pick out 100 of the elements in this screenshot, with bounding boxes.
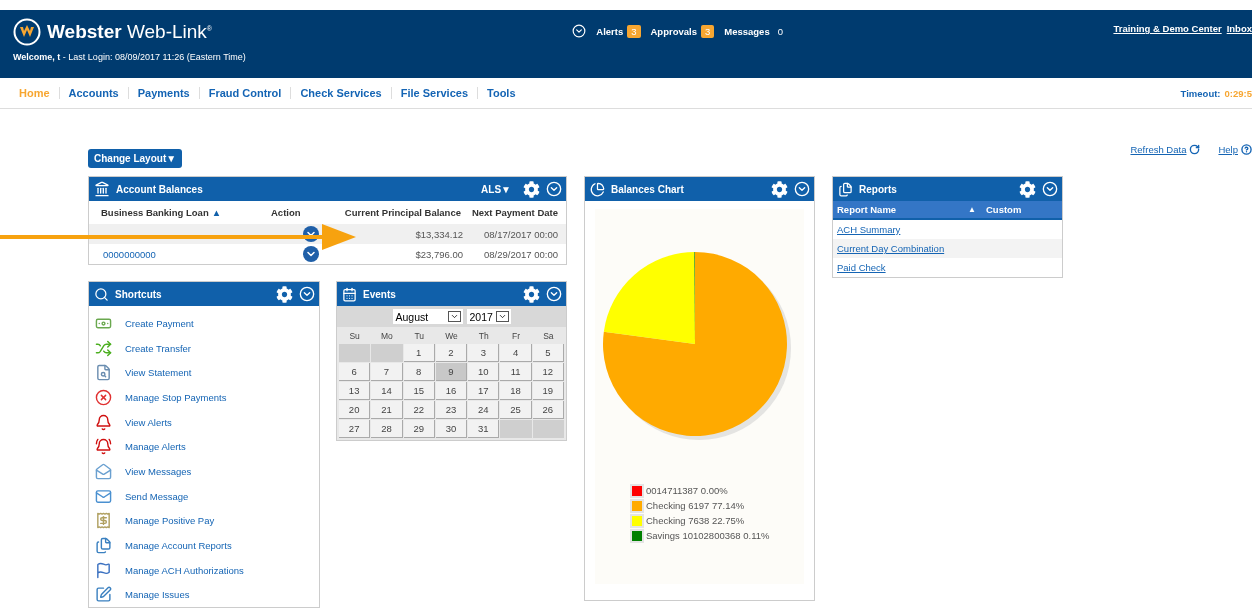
calendar-day[interactable]: 26 — [532, 401, 564, 419]
shortcut-link[interactable]: Manage Positive Pay — [125, 515, 215, 527]
shortcut-link[interactable]: Create Payment — [125, 317, 194, 329]
calendar-day[interactable]: 21 — [371, 401, 403, 419]
calendar-day[interactable]: 9 — [435, 363, 468, 381]
notice-label[interactable]: Alerts — [596, 25, 624, 37]
document-search-icon — [95, 364, 112, 382]
calendar-day[interactable]: 28 — [371, 420, 403, 438]
calendar-day[interactable]: 1 — [403, 344, 435, 362]
header-link[interactable]: Training & Demo Center — [1113, 23, 1222, 78]
year-select[interactable]: 2017 — [466, 309, 511, 324]
column-header: Next Payment Date — [470, 207, 558, 218]
nav-tab[interactable]: Fraud Control — [198, 87, 291, 99]
calendar-day[interactable]: 5 — [532, 344, 564, 362]
shortcut-link[interactable]: Manage Issues — [125, 589, 190, 601]
timeout-value: 0:29:5 — [1224, 87, 1252, 99]
shortcut-link[interactable]: Manage Alerts — [125, 441, 186, 453]
logo-icon — [13, 18, 41, 46]
help-icon — [1241, 143, 1252, 155]
calendar-day[interactable]: 6 — [339, 363, 371, 381]
shortcut-link[interactable]: Manage ACH Authorizations — [125, 564, 244, 576]
settings-icon[interactable] — [771, 180, 788, 198]
header-link[interactable]: Inbox — [1226, 23, 1252, 78]
collapse-icon[interactable] — [1042, 181, 1058, 197]
column-header[interactable]: Business Banking Loan — [101, 207, 209, 218]
column-header[interactable]: Report Name — [837, 204, 969, 215]
calendar-day[interactable]: 31 — [468, 420, 500, 438]
panel-title: Shortcuts — [115, 288, 163, 300]
report-link[interactable]: Paid Check — [837, 262, 886, 273]
bell-icon — [95, 413, 112, 431]
calendar-day[interactable]: 23 — [435, 401, 468, 419]
calendar-day[interactable]: 16 — [435, 382, 468, 400]
calendar-day[interactable]: 7 — [371, 363, 403, 381]
nav-tab[interactable]: Payments — [127, 87, 199, 99]
calendar-day[interactable]: 18 — [500, 382, 532, 400]
envelope-icon — [95, 487, 112, 505]
flag-icon — [95, 561, 112, 579]
settings-icon[interactable] — [523, 180, 540, 198]
settings-icon[interactable] — [523, 285, 540, 303]
refresh-link[interactable]: Refresh Data — [1130, 142, 1201, 156]
calendar-day[interactable]: 11 — [500, 363, 532, 381]
collapse-icon[interactable] — [546, 286, 562, 302]
brand-name: Webster Web-Link$^{®}$ — [47, 21, 212, 43]
shortcut-link[interactable]: View Messages — [125, 465, 192, 477]
chevron-icon[interactable] — [572, 24, 587, 38]
date-cell-text: 08/17/2017 00:00 — [483, 228, 558, 240]
timeout-label: Timeout: — [1180, 87, 1221, 99]
action-button[interactable] — [303, 246, 319, 262]
panel-title: Account Balances — [116, 183, 204, 195]
calendar-day[interactable]: 24 — [468, 401, 500, 419]
notice-label[interactable]: Messages — [724, 25, 770, 37]
settings-icon[interactable] — [276, 285, 293, 303]
change-layout-button[interactable]: Change Layout▼ — [88, 149, 183, 168]
calendar-day[interactable]: 19 — [532, 382, 564, 400]
help-link[interactable]: Help — [1218, 142, 1252, 156]
calendar-day[interactable]: 29 — [403, 420, 435, 438]
balance-cell-text: $13,334.12 — [414, 228, 463, 240]
calendar-day[interactable]: 12 — [532, 363, 564, 381]
calendar-day[interactable]: 3 — [468, 344, 500, 362]
nav-tab[interactable]: Accounts — [58, 87, 128, 99]
filter-dropdown[interactable]: ALS▼ — [481, 183, 511, 195]
column-header[interactable]: Custom — [986, 204, 1058, 215]
shortcut-link[interactable]: Send Message — [125, 490, 189, 502]
shortcut-link[interactable]: Manage Stop Payments — [125, 391, 227, 403]
calendar-day[interactable]: 8 — [403, 363, 435, 381]
shuffle-icon — [95, 339, 112, 357]
calendar-day[interactable]: 30 — [435, 420, 468, 438]
nav-tab[interactable]: Tools — [477, 87, 525, 99]
month-select[interactable]: August — [392, 309, 463, 324]
documents-icon — [95, 537, 112, 555]
nav-tab[interactable]: File Services — [390, 87, 477, 99]
calendar-day[interactable]: 17 — [468, 382, 500, 400]
settings-icon[interactable] — [1019, 180, 1036, 198]
calendar-day[interactable]: 13 — [339, 382, 371, 400]
notice-label[interactable]: Approvals — [650, 25, 697, 37]
account-link[interactable]: 0000000000 — [103, 248, 156, 260]
shortcut-link[interactable]: View Alerts — [125, 416, 172, 428]
shortcut-link[interactable]: Manage Account Reports — [125, 540, 232, 552]
shortcut-link[interactable]: Create Transfer — [125, 342, 191, 354]
calendar-day[interactable]: 22 — [403, 401, 435, 419]
weekday-label: Th — [477, 330, 490, 343]
count-badge: 3 — [627, 24, 641, 38]
report-link[interactable]: ACH Summary — [837, 224, 901, 235]
calendar-day[interactable]: 4 — [500, 344, 532, 362]
column-header: Current Principal Balance — [343, 207, 461, 218]
calendar-day[interactable]: 27 — [339, 420, 371, 438]
weekday-label: Fr — [511, 330, 522, 343]
calendar-day[interactable]: 15 — [403, 382, 435, 400]
calendar-icon — [342, 286, 357, 302]
shortcut-link[interactable]: View Statement — [125, 367, 192, 379]
calendar-day[interactable]: 14 — [371, 382, 403, 400]
nav-tab[interactable]: Check Services — [290, 87, 391, 99]
collapse-icon[interactable] — [794, 181, 810, 197]
collapse-icon[interactable] — [299, 286, 315, 302]
calendar-day[interactable]: 2 — [435, 344, 468, 362]
calendar-day[interactable]: 25 — [500, 401, 532, 419]
calendar-day[interactable]: 20 — [339, 401, 371, 419]
calendar-day[interactable]: 10 — [468, 363, 500, 381]
documents-icon — [838, 181, 853, 197]
collapse-icon[interactable] — [546, 181, 562, 197]
